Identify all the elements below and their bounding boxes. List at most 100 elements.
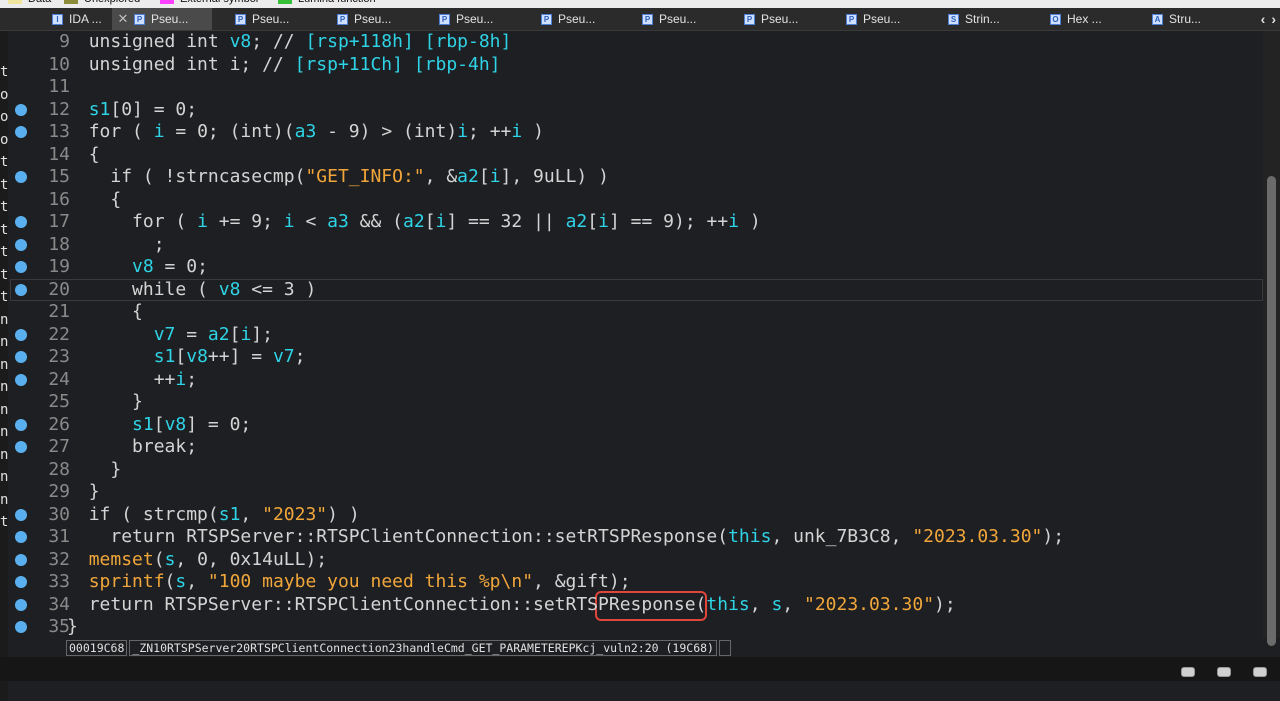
- breakpoint-dot-icon[interactable]: [15, 508, 27, 521]
- code-text[interactable]: }: [67, 616, 78, 638]
- breakpoint-dot-icon[interactable]: [15, 418, 27, 431]
- code-line[interactable]: 9 unsigned int v8; // [rsp+118h] [rbp-8h…: [10, 31, 1263, 54]
- restore-icon[interactable]: [1253, 667, 1267, 677]
- code-text[interactable]: unsigned int v8; // [rsp+118h] [rbp-8h]: [67, 31, 512, 54]
- breakpoint-dot-icon[interactable]: [15, 598, 27, 611]
- code-text[interactable]: v7 = a2[i];: [67, 324, 273, 347]
- code-text[interactable]: return RTSPServer::RTSPClientConnection:…: [67, 594, 956, 617]
- tab-11[interactable]: O Hex ...: [1028, 8, 1128, 30]
- code-text[interactable]: ++i;: [67, 369, 197, 392]
- breakpoint-dot-icon[interactable]: [15, 238, 27, 251]
- line-number: 30: [48, 503, 70, 525]
- code-line[interactable]: 34 return RTSPServer::RTSPClientConnecti…: [10, 594, 1263, 617]
- code-text[interactable]: }: [67, 481, 100, 504]
- code-line[interactable]: 14 {: [10, 144, 1263, 167]
- code-line[interactable]: 35}: [10, 616, 1263, 638]
- code-line[interactable]: 26 s1[v8] = 0;: [10, 414, 1263, 437]
- code-text[interactable]: for ( i = 0; (int)(a3 - 9) > (int)i; ++i…: [67, 121, 544, 144]
- chevron-left-icon[interactable]: ‹: [1261, 11, 1266, 27]
- code-line[interactable]: 29 }: [10, 481, 1263, 504]
- tab-10[interactable]: S Strin...: [926, 8, 1026, 30]
- code-line[interactable]: 16 {: [10, 189, 1263, 212]
- scrollbar-thumb[interactable]: [1267, 176, 1276, 646]
- tab-5[interactable]: P Pseu...: [417, 8, 517, 30]
- code-text[interactable]: unsigned int i; // [rsp+11Ch] [rbp-4h]: [67, 54, 501, 77]
- code-line[interactable]: 12 s1[0] = 0;: [10, 99, 1263, 122]
- code-line[interactable]: 33 sprintf(s, "100 maybe you need this %…: [10, 571, 1263, 594]
- code-text[interactable]: return RTSPServer::RTSPClientConnection:…: [67, 526, 1064, 549]
- breakpoint-dot-icon[interactable]: [15, 531, 27, 543]
- code-text[interactable]: }: [67, 391, 143, 414]
- code-text[interactable]: {: [67, 189, 121, 212]
- breakpoint-dot-icon[interactable]: [15, 261, 27, 273]
- breakpoint-dot-icon[interactable]: [15, 216, 27, 228]
- code-text[interactable]: v8 = 0;: [67, 256, 208, 279]
- code-line[interactable]: 21 {: [10, 301, 1263, 324]
- duplicate-icon[interactable]: [1217, 667, 1231, 677]
- code-token: a2: [565, 211, 588, 232]
- code-line[interactable]: 10 unsigned int i; // [rsp+11Ch] [rbp-4h…: [10, 54, 1263, 77]
- breakpoint-dot-icon[interactable]: [15, 553, 27, 566]
- code-line[interactable]: 30 if ( strcmp(s1, "2023") ): [10, 504, 1263, 527]
- chevron-right-icon[interactable]: ›: [1271, 11, 1276, 27]
- code-text[interactable]: for ( i += 9; i < a3 && (a2[i] == 32 || …: [67, 211, 761, 234]
- code-text[interactable]: s1[v8++] = v7;: [67, 346, 306, 369]
- code-text[interactable]: }: [67, 459, 121, 482]
- tab-6[interactable]: P Pseu...: [519, 8, 619, 30]
- code-line[interactable]: 20 while ( v8 <= 3 ): [10, 278, 1263, 302]
- tab-8[interactable]: P Pseu...: [722, 8, 822, 30]
- code-line[interactable]: 22 v7 = a2[i];: [10, 324, 1263, 347]
- tab-12[interactable]: A Stru...: [1130, 8, 1230, 30]
- tab-2[interactable]: ✕ P Pseu...: [112, 8, 212, 30]
- breakpoint-dot-icon[interactable]: [15, 373, 27, 386]
- code-line[interactable]: 13 for ( i = 0; (int)(a3 - 9) > (int)i; …: [10, 121, 1263, 144]
- breakpoint-dot-icon[interactable]: [15, 328, 27, 341]
- code-line[interactable]: 32 memset(s, 0, 0x14uLL);: [10, 549, 1263, 572]
- code-text[interactable]: break;: [67, 436, 197, 459]
- code-text[interactable]: while ( v8 <= 3 ): [67, 279, 316, 302]
- breakpoint-dot-icon[interactable]: [15, 103, 27, 116]
- code-token: ): [522, 121, 544, 142]
- code-token: [: [175, 346, 187, 367]
- breakpoint-dot-icon[interactable]: [15, 283, 27, 296]
- code-text[interactable]: s1[v8] = 0;: [67, 414, 251, 437]
- code-line[interactable]: 24 ++i;: [10, 369, 1263, 392]
- vertical-scrollbar[interactable]: [1263, 31, 1280, 646]
- tab-3[interactable]: P Pseu...: [213, 8, 313, 30]
- code-text[interactable]: {: [67, 144, 100, 167]
- breakpoint-dot-icon[interactable]: [15, 171, 27, 183]
- window-icon[interactable]: [1181, 667, 1195, 677]
- tab-4[interactable]: P Pseu...: [315, 8, 415, 30]
- code-text[interactable]: ;: [67, 234, 165, 257]
- code-line[interactable]: 18 ;: [10, 234, 1263, 257]
- code-line[interactable]: 27 break;: [10, 436, 1263, 459]
- close-icon[interactable]: ✕: [116, 11, 130, 27]
- tab-9[interactable]: P Pseu...: [824, 8, 924, 30]
- code-line[interactable]: 15 if ( !strncasecmp("GET_INFO:", &a2[i]…: [10, 166, 1263, 189]
- breakpoint-dot-icon[interactable]: [15, 621, 27, 633]
- code-line[interactable]: 28 }: [10, 459, 1263, 482]
- code-text[interactable]: sprintf(s, "100 maybe you need this %p\n…: [67, 571, 631, 594]
- breakpoint-dot-icon[interactable]: [15, 441, 27, 453]
- breakpoint-dot-icon[interactable]: [15, 351, 27, 363]
- breakpoint-dot-icon[interactable]: [15, 576, 27, 588]
- code-token: i: [229, 53, 241, 75]
- pseudocode-view[interactable]: 9 unsigned int v8; // [rsp+118h] [rbp-8h…: [10, 31, 1263, 638]
- code-text[interactable]: if ( !strncasecmp("GET_INFO:", &a2[i], 9…: [67, 166, 609, 189]
- code-line[interactable]: 11: [10, 76, 1263, 99]
- tab-7[interactable]: P Pseu...: [620, 8, 720, 30]
- code-line[interactable]: 19 v8 = 0;: [10, 256, 1263, 279]
- code-text[interactable]: s1[0] = 0;: [67, 99, 197, 122]
- tab-1[interactable]: I IDA ...: [30, 8, 110, 30]
- code-line[interactable]: 17 for ( i += 9; i < a3 && (a2[i] == 32 …: [10, 211, 1263, 234]
- code-text[interactable]: if ( strcmp(s1, "2023") ): [67, 504, 360, 527]
- code-line[interactable]: 31 return RTSPServer::RTSPClientConnecti…: [10, 526, 1263, 549]
- breakpoint-dot-icon[interactable]: [15, 126, 27, 138]
- code-line[interactable]: 23 s1[v8++] = v7;: [10, 346, 1263, 369]
- code-line[interactable]: 25 }: [10, 391, 1263, 414]
- code-text[interactable]: {: [67, 301, 143, 324]
- code-text[interactable]: memset(s, 0, 0x14uLL);: [67, 549, 327, 572]
